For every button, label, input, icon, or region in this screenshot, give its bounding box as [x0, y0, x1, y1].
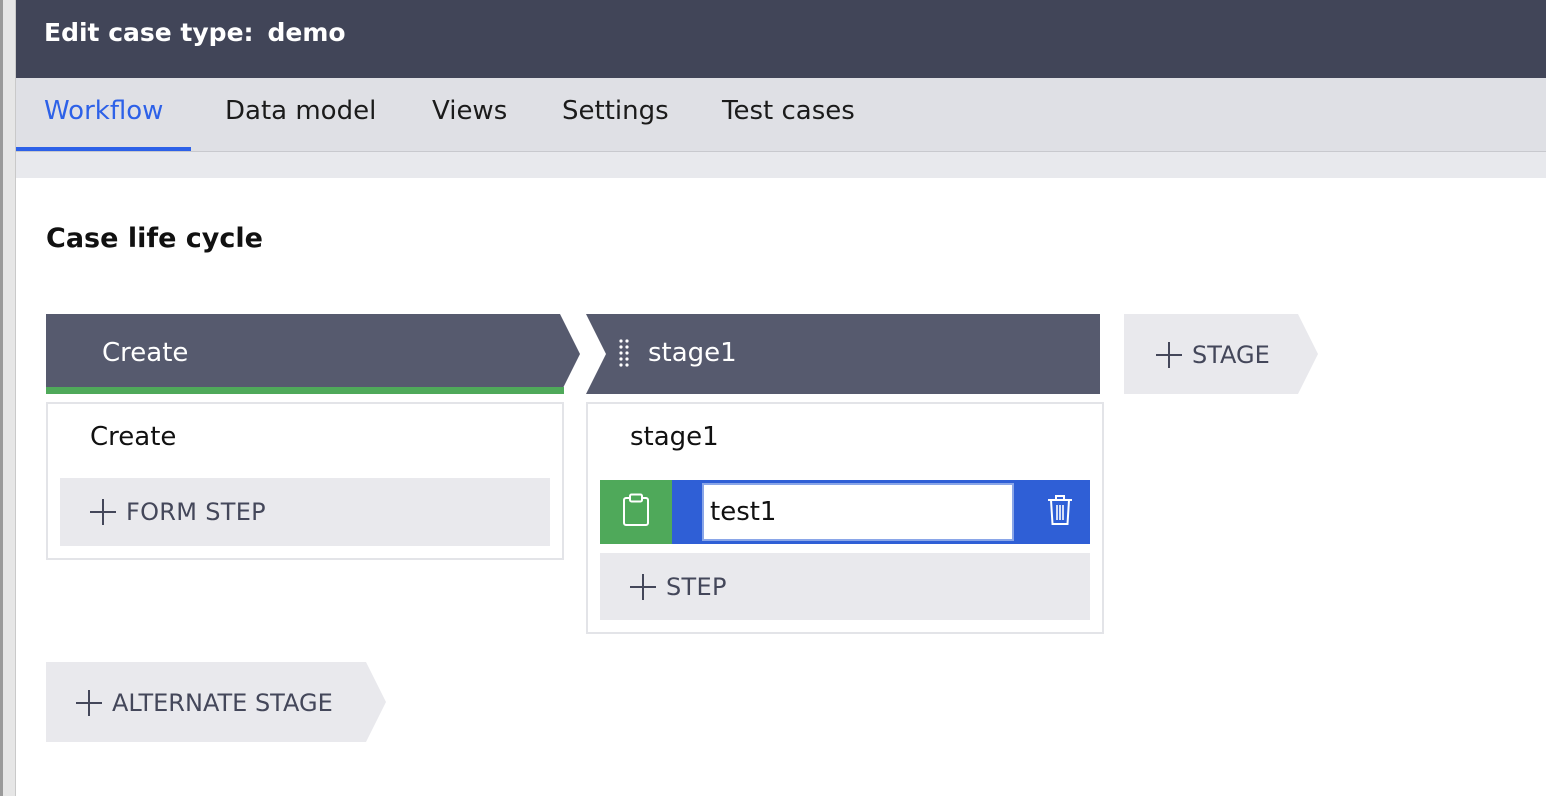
process-title-stage1[interactable]: stage1 — [630, 422, 719, 452]
step-row-selected[interactable] — [600, 480, 1090, 544]
add-step-label: STEP — [666, 572, 727, 601]
add-stage-button[interactable]: STAGE — [1124, 314, 1318, 394]
case-type-name: demo — [267, 18, 346, 47]
stage-header-stage1[interactable]: stage1 — [586, 314, 1100, 394]
tab-test-cases[interactable]: Test cases — [694, 78, 883, 151]
plus-icon — [76, 690, 102, 716]
plus-icon — [1156, 342, 1182, 368]
drag-handle-icon[interactable] — [618, 338, 630, 370]
delete-step-button[interactable] — [1030, 480, 1090, 544]
add-step-button[interactable]: STEP — [600, 553, 1090, 620]
tab-bar: Workflow Data model Views Settings Test … — [16, 78, 1546, 152]
plus-icon — [90, 499, 116, 525]
add-form-step-button[interactable]: FORM STEP — [60, 478, 550, 546]
step-type-indicator — [600, 480, 672, 544]
page-title-label: Edit case type: — [44, 18, 254, 47]
trash-icon — [1047, 494, 1073, 530]
add-alternate-stage-button[interactable]: ALTERNATE STAGE — [46, 662, 386, 742]
page-title: Edit case type: demo — [44, 18, 346, 47]
add-alternate-stage-label: ALTERNATE STAGE — [112, 689, 333, 717]
section-title: Case life cycle — [46, 223, 263, 254]
page-header: Edit case type: demo — [16, 0, 1546, 78]
window-left-edge — [0, 0, 16, 796]
tab-subbar — [16, 152, 1546, 178]
add-alternate-stage-content: ALTERNATE STAGE — [76, 689, 333, 717]
plus-icon — [630, 573, 656, 600]
add-form-step-label: FORM STEP — [126, 498, 266, 526]
stage-header-stage1-label: stage1 — [648, 338, 737, 368]
stage-header-create[interactable]: Create — [46, 314, 580, 394]
stage-header-create-label: Create — [102, 338, 189, 368]
clipboard-icon — [622, 493, 650, 531]
add-stage-label: STAGE — [1192, 341, 1270, 369]
tab-data-model[interactable]: Data model — [197, 78, 404, 151]
tab-workflow[interactable]: Workflow — [16, 78, 192, 151]
stage-panel-create: Create FORM STEP — [46, 402, 564, 560]
step-name-input[interactable] — [702, 483, 1014, 541]
tab-settings[interactable]: Settings — [534, 78, 697, 151]
process-title-create[interactable]: Create — [90, 422, 176, 452]
tab-views[interactable]: Views — [404, 78, 535, 151]
add-stage-content: STAGE — [1156, 341, 1270, 369]
